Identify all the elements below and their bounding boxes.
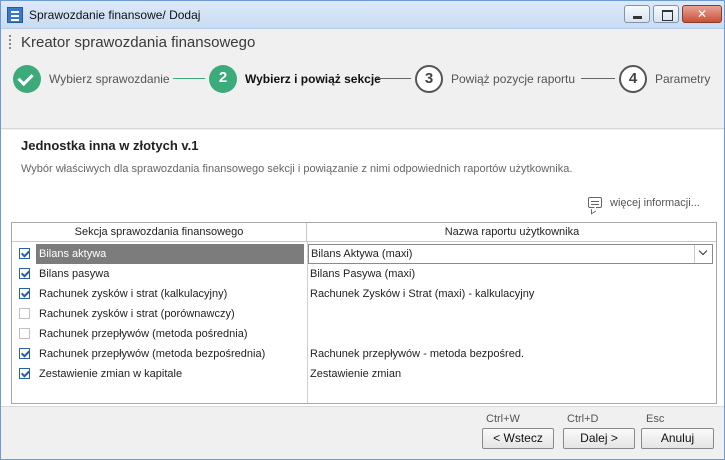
speech-bubble-icon: [588, 197, 602, 208]
step-connector: [377, 78, 411, 79]
window-title: Sprawozdanie finansowe/ Dodaj: [29, 8, 201, 22]
table-row[interactable]: Zestawienie zmian w kapitale Zestawienie…: [12, 364, 716, 384]
row-checkbox[interactable]: [19, 248, 30, 259]
next-shortcut: Ctrl+D: [567, 413, 599, 425]
sections-grid: Sekcja sprawozdania finansowego Nazwa ra…: [11, 222, 717, 404]
step-2-number: 2: [209, 65, 237, 93]
report-template-title: Jednostka inna w złotych v.1: [21, 138, 199, 153]
column-header-section[interactable]: Sekcja sprawozdania finansowego: [12, 223, 307, 242]
report-name[interactable]: Zestawienie zmian: [310, 364, 401, 384]
next-button[interactable]: Dalej >: [563, 428, 635, 449]
section-name[interactable]: Rachunek zysków i strat (porównawczy): [36, 304, 304, 324]
report-select[interactable]: Bilans Aktywa (maxi): [308, 244, 713, 264]
report-name[interactable]: Rachunek Zysków i Strat (maxi) - kalkula…: [310, 284, 534, 304]
row-checkbox[interactable]: [19, 368, 30, 379]
table-row[interactable]: Rachunek zysków i strat (porównawczy): [12, 304, 716, 324]
report-name[interactable]: Bilans Pasywa (maxi): [310, 264, 415, 284]
report-name[interactable]: Rachunek przepływów - metoda bezpośred.: [310, 344, 524, 364]
step-description: Wybór właściwych dla sprawozdania finans…: [21, 163, 573, 175]
table-row[interactable]: Bilans pasywa Bilans Pasywa (maxi): [12, 264, 716, 284]
section-name[interactable]: Bilans aktywa: [36, 244, 304, 264]
step-connector: [581, 78, 615, 79]
wizard-footer: Ctrl+W Ctrl+D Esc < Wstecz Dalej > Anulu…: [1, 406, 724, 459]
more-info-text[interactable]: więcej informacji...: [610, 197, 700, 209]
grid-header: Sekcja sprawozdania finansowego Nazwa ra…: [12, 223, 716, 242]
grip-icon: [9, 35, 11, 49]
step-connector: [173, 78, 205, 79]
close-button[interactable]: ✕: [682, 5, 722, 23]
row-checkbox[interactable]: [19, 348, 30, 359]
close-icon: ✕: [696, 7, 708, 21]
row-checkbox[interactable]: [19, 308, 30, 319]
step-4: 4 Parametry: [619, 65, 719, 93]
app-icon: [7, 7, 23, 23]
cancel-button[interactable]: Anuluj: [641, 428, 714, 449]
back-button[interactable]: < Wstecz: [482, 428, 554, 449]
maximize-button[interactable]: [653, 5, 679, 23]
report-select-value: Bilans Aktywa (maxi): [311, 248, 413, 260]
wizard-window: Sprawozdanie finansowe/ Dodaj ✕ Kreator …: [0, 0, 725, 460]
step-2: 2 Wybierz i powiąż sekcje: [209, 65, 381, 93]
step-3: 3 Powiąż pozycje raportu: [415, 65, 585, 93]
minimize-button[interactable]: [624, 5, 650, 23]
section-name[interactable]: Rachunek zysków i strat (kalkulacyjny): [36, 284, 304, 304]
step-4-label: Parametry: [655, 72, 711, 86]
step-3-number: 3: [415, 65, 443, 93]
table-row[interactable]: Rachunek przepływów (metoda bezpośrednia…: [12, 344, 716, 364]
checkmark-icon: [13, 65, 41, 93]
wizard-header: Kreator sprawozdania finansowego Wybierz…: [1, 29, 724, 129]
column-header-report[interactable]: Nazwa raportu użytkownika: [308, 223, 716, 242]
table-row[interactable]: Bilans aktywa Bilans Aktywa (maxi): [12, 244, 716, 264]
cancel-shortcut: Esc: [646, 413, 665, 425]
step-1-label: Wybierz sprawozdanie: [49, 72, 170, 86]
step-2-label: Wybierz i powiąż sekcje: [245, 72, 381, 86]
dropdown-button[interactable]: [694, 245, 712, 263]
wizard-title: Kreator sprawozdania finansowego: [21, 34, 256, 51]
row-checkbox[interactable]: [19, 328, 30, 339]
back-shortcut: Ctrl+W: [486, 413, 520, 425]
title-bar[interactable]: Sprawozdanie finansowe/ Dodaj ✕: [1, 1, 724, 29]
step-1: Wybierz sprawozdanie: [13, 65, 173, 93]
step-4-number: 4: [619, 65, 647, 93]
table-row[interactable]: Rachunek zysków i strat (kalkulacyjny) R…: [12, 284, 716, 304]
step-content: Jednostka inna w złotych v.1 Wybór właśc…: [1, 130, 724, 406]
row-checkbox[interactable]: [19, 268, 30, 279]
step-3-label: Powiąż pozycje raportu: [451, 72, 576, 86]
section-name[interactable]: Rachunek przepływów (metoda bezpośrednia…: [36, 344, 304, 364]
chevron-down-icon: [698, 246, 708, 256]
section-name[interactable]: Rachunek przepływów (metoda pośrednia): [36, 324, 304, 344]
section-name[interactable]: Bilans pasywa: [36, 264, 304, 284]
section-name[interactable]: Zestawienie zmian w kapitale: [36, 364, 304, 384]
row-checkbox[interactable]: [19, 288, 30, 299]
table-row[interactable]: Rachunek przepływów (metoda pośrednia): [12, 324, 716, 344]
